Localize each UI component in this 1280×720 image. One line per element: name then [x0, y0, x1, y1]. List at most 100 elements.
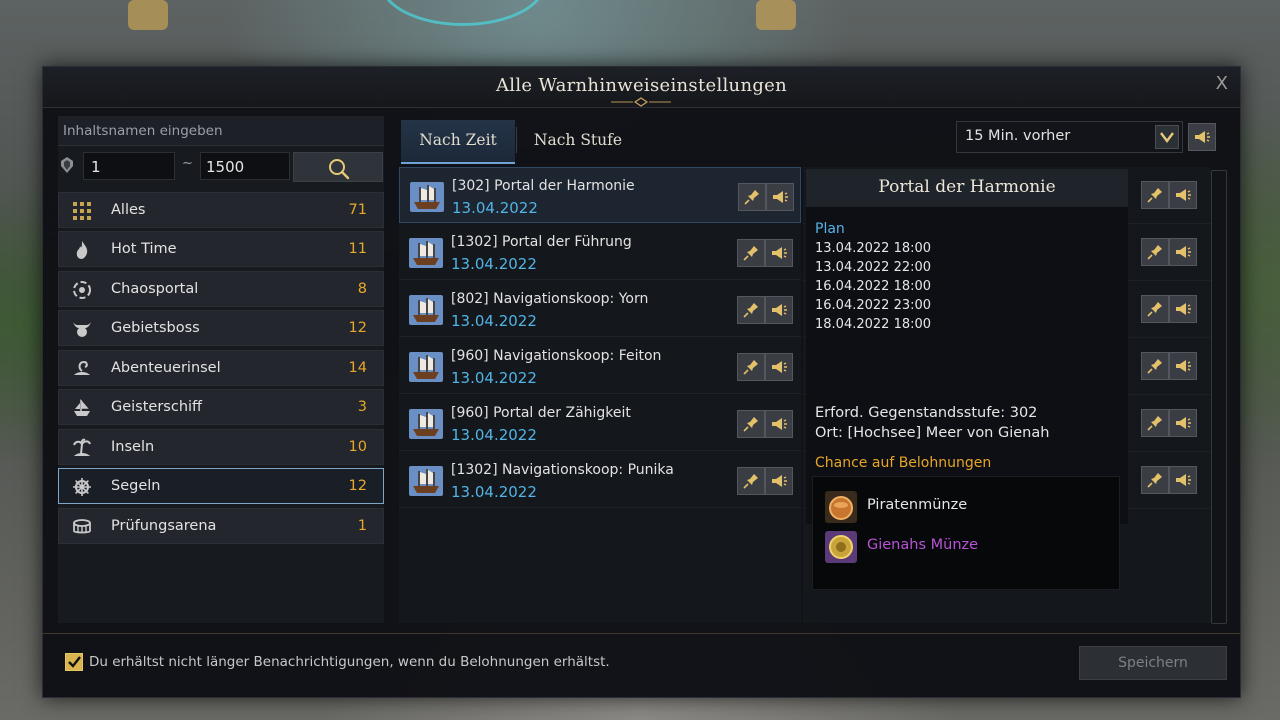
- schedule-entry: 16.04.2022 23:00: [815, 298, 932, 313]
- category-inseln[interactable]: Inseln 10: [58, 429, 384, 465]
- alert-settings-dialog: Alle Warnhinweiseinstellungen X Inhaltsn…: [42, 66, 1241, 698]
- event-detail-tooltip: Portal der Harmonie Plan 13.04.2022 18:0…: [806, 169, 1128, 524]
- background-pillar: [756, 0, 796, 30]
- notify-time-value: 15 Min. vorher: [965, 128, 1071, 144]
- category-geisterschiff[interactable]: Geisterschiff 3: [58, 389, 384, 425]
- event-row[interactable]: [302] Portal der Harmonie 13.04.2022: [399, 167, 801, 223]
- pin-icon: [743, 303, 758, 318]
- pin-alert-button[interactable]: [737, 410, 765, 438]
- background-rune-circle: [380, 0, 546, 26]
- search-icon: [329, 159, 350, 180]
- content-search-input[interactable]: Inhaltsnamen eingeben: [58, 116, 384, 146]
- sound-alert-button[interactable]: [765, 353, 793, 381]
- sound-alert-button[interactable]: [1169, 409, 1197, 437]
- schedule-entry: 16.04.2022 18:00: [815, 279, 932, 294]
- category-count: 71: [348, 202, 367, 218]
- event-title: [960] Navigationskoop: Feiton: [451, 348, 662, 364]
- event-title: [1302] Portal der Führung: [451, 234, 632, 250]
- pin-alert-button[interactable]: [737, 353, 765, 381]
- flame-icon: [76, 241, 88, 259]
- pin-icon: [1147, 416, 1162, 431]
- dialog-title: Alle Warnhinweiseinstellungen: [495, 75, 788, 96]
- reward-name: Piratenmünze: [867, 497, 968, 513]
- pin-alert-button[interactable]: [1141, 466, 1169, 494]
- event-title: [802] Navigationskoop: Yorn: [451, 291, 649, 307]
- rewards-box: Piratenmünze Gienahs Münze: [812, 476, 1120, 590]
- sound-alert-button[interactable]: [1169, 352, 1197, 380]
- pin-icon: [1147, 302, 1162, 317]
- notify-time-select[interactable]: 15 Min. vorher: [956, 121, 1183, 153]
- megaphone-icon: [1176, 360, 1191, 372]
- event-date: 13.04.2022: [451, 483, 537, 501]
- detail-title: Portal der Harmonie: [878, 177, 1056, 197]
- save-button[interactable]: Speichern: [1079, 646, 1227, 680]
- event-title: [960] Portal der Zähigkeit: [451, 405, 631, 421]
- stop-notify-checkbox[interactable]: [65, 653, 83, 671]
- category-label: Abenteuerinsel: [111, 360, 221, 376]
- category-label: Chaosportal: [111, 281, 199, 297]
- sound-alert-button[interactable]: [1169, 466, 1197, 494]
- event-row[interactable]: [1302] Portal der Führung 13.04.2022: [399, 224, 801, 280]
- search-button[interactable]: [293, 152, 383, 182]
- tab-nach-zeit[interactable]: Nach Zeit: [401, 120, 515, 164]
- pin-alert-button[interactable]: [738, 183, 766, 211]
- sound-alert-button[interactable]: [765, 239, 793, 267]
- grid-icon: [73, 202, 91, 220]
- sound-alert-button[interactable]: [765, 467, 793, 495]
- background-pillar: [128, 0, 168, 30]
- category-gebietsboss[interactable]: Gebietsboss 12: [58, 310, 384, 346]
- event-row[interactable]: [1302] Navigationskoop: Punika 13.04.2022: [399, 452, 801, 508]
- horned-skull-icon: [73, 322, 91, 337]
- reward-item[interactable]: Gienahs Münze: [825, 531, 1085, 565]
- pin-alert-button[interactable]: [1141, 295, 1169, 323]
- level-min-input[interactable]: 1: [83, 152, 175, 180]
- event-row[interactable]: [960] Portal der Zähigkeit 13.04.2022: [399, 395, 801, 451]
- category-segeln[interactable]: Segeln 12: [58, 468, 384, 504]
- pin-alert-button[interactable]: [1141, 352, 1169, 380]
- category-count: 12: [348, 320, 367, 336]
- category-label: Prüfungsarena: [111, 518, 217, 534]
- sound-alert-button[interactable]: [1169, 295, 1197, 323]
- ship-icon: [409, 352, 443, 382]
- event-row[interactable]: [802] Navigationskoop: Yorn 13.04.2022: [399, 281, 801, 337]
- category-pruefungsarena[interactable]: Prüfungsarena 1: [58, 508, 384, 544]
- sound-alert-all-button[interactable]: [1188, 123, 1216, 151]
- category-chaosportal[interactable]: Chaosportal 8: [58, 271, 384, 307]
- category-abenteuerinsel[interactable]: Abenteuerinsel 14: [58, 350, 384, 386]
- close-button[interactable]: X: [1216, 73, 1228, 94]
- pin-alert-button[interactable]: [1141, 238, 1169, 266]
- event-date: 13.04.2022: [451, 312, 537, 330]
- sound-alert-button[interactable]: [765, 296, 793, 324]
- range-separator: ~: [182, 156, 193, 171]
- footer-divider: [43, 633, 1240, 634]
- gienah-coin-icon: [825, 531, 857, 563]
- category-label: Gebietsboss: [111, 320, 200, 336]
- ship-wheel-icon: [73, 478, 91, 496]
- sound-alert-button[interactable]: [765, 410, 793, 438]
- pin-icon: [743, 474, 758, 489]
- scrollbar[interactable]: [1211, 170, 1227, 624]
- checkmark-icon: [68, 656, 81, 668]
- megaphone-icon: [1176, 246, 1191, 258]
- ship-icon: [409, 466, 443, 496]
- chevron-down-icon: [1155, 125, 1179, 149]
- category-hot-time[interactable]: Hot Time 11: [58, 231, 384, 267]
- level-max-input[interactable]: 1500: [200, 152, 290, 180]
- pin-alert-button[interactable]: [737, 467, 765, 495]
- pin-icon: [1147, 359, 1162, 374]
- pin-alert-button[interactable]: [1141, 409, 1169, 437]
- category-alles[interactable]: Alles 71: [58, 192, 384, 228]
- ship-icon: [409, 295, 443, 325]
- tab-nach-stufe[interactable]: Nach Stufe: [517, 120, 639, 162]
- pin-alert-button[interactable]: [737, 296, 765, 324]
- sound-alert-button[interactable]: [766, 183, 794, 211]
- pin-alert-button[interactable]: [737, 239, 765, 267]
- sound-alert-button[interactable]: [1169, 181, 1197, 209]
- megaphone-icon: [773, 191, 788, 203]
- pin-alert-button[interactable]: [1141, 181, 1169, 209]
- category-count: 11: [348, 241, 367, 257]
- reward-item[interactable]: Piratenmünze: [825, 491, 1085, 525]
- sound-alert-button[interactable]: [1169, 238, 1197, 266]
- event-row[interactable]: [960] Navigationskoop: Feiton 13.04.2022: [399, 338, 801, 394]
- event-date: 13.04.2022: [452, 199, 538, 217]
